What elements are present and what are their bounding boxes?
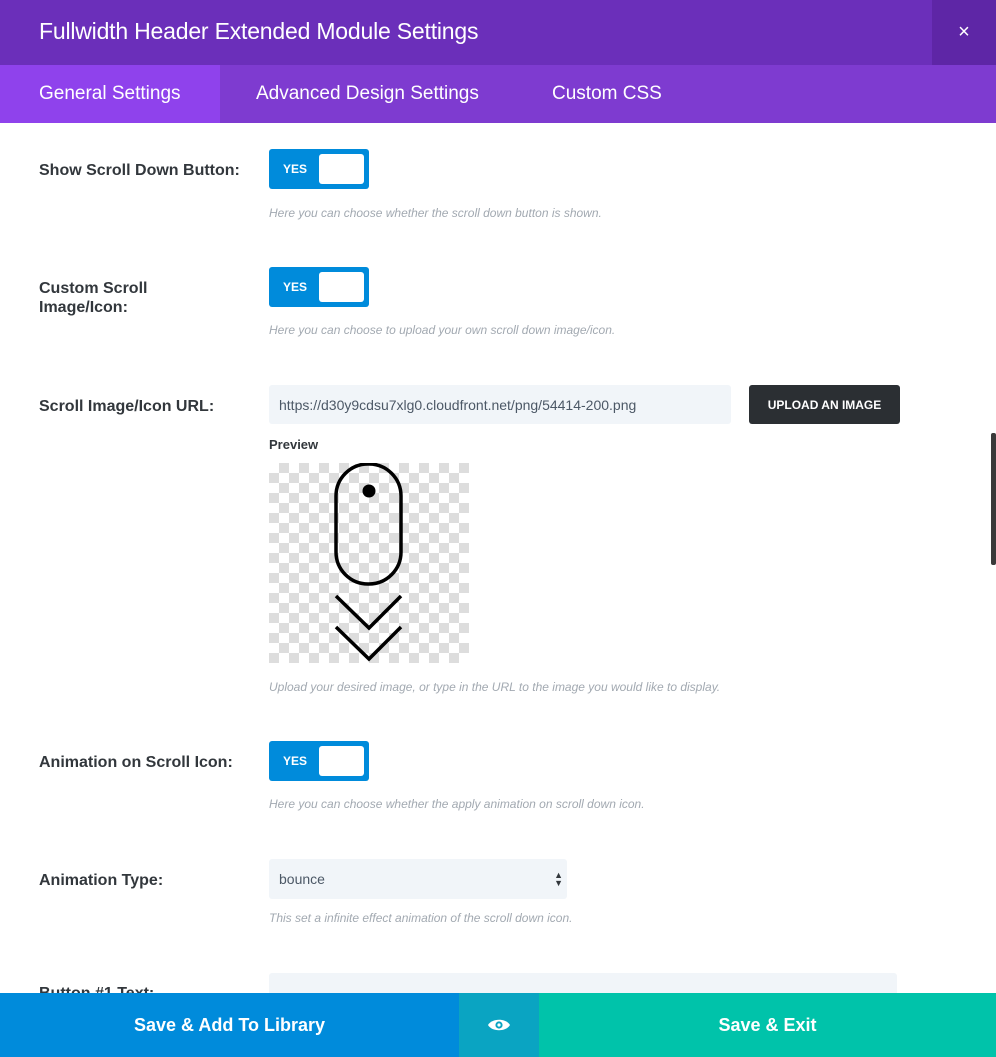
mouse-scroll-icon xyxy=(334,462,403,662)
show-scroll-down-toggle[interactable]: YES xyxy=(269,149,369,189)
settings-content: Show Scroll Down Button: YES Here you ca… xyxy=(0,123,996,993)
animation-type-value: bounce xyxy=(279,871,325,887)
preview-label: Preview xyxy=(269,437,319,452)
save-add-to-library-button[interactable]: Save & Add To Library xyxy=(0,993,459,1057)
animation-type-description: This set a infinite effect animation of … xyxy=(269,911,573,925)
toggle-yes-text: YES xyxy=(283,754,308,768)
show-scroll-down-description: Here you can choose whether the scroll d… xyxy=(269,206,602,220)
animation-scroll-icon-description: Here you can choose whether the apply an… xyxy=(269,797,645,811)
preview-button[interactable] xyxy=(459,993,539,1057)
toggle-knob xyxy=(319,154,364,184)
tab-bar: General Settings Advanced Design Setting… xyxy=(0,65,996,123)
title-bar: Fullwidth Header Extended Module Setting… xyxy=(0,0,996,65)
scroll-icon-url-description: Upload your desired image, or type in th… xyxy=(269,680,721,694)
module-settings-modal: Fullwidth Header Extended Module Setting… xyxy=(0,0,996,1057)
toggle-yes-text: YES xyxy=(283,280,308,294)
toggle-yes-text: YES xyxy=(283,162,308,176)
save-exit-button[interactable]: Save & Exit xyxy=(539,993,996,1057)
tab-general-settings[interactable]: General Settings xyxy=(0,65,220,123)
toggle-knob xyxy=(319,746,364,776)
custom-scroll-icon-label: Custom Scroll Image/Icon: xyxy=(39,279,147,317)
close-icon[interactable]: × xyxy=(932,0,996,65)
modal-title: Fullwidth Header Extended Module Setting… xyxy=(39,18,479,44)
tab-advanced-design-settings[interactable]: Advanced Design Settings xyxy=(217,65,518,123)
show-scroll-down-label: Show Scroll Down Button: xyxy=(39,162,240,179)
animation-type-select[interactable]: bounce ▲ ▼ xyxy=(269,859,567,899)
custom-scroll-icon-description: Here you can choose to upload your own s… xyxy=(269,323,616,337)
eye-icon xyxy=(488,1019,510,1031)
select-arrows-icon: ▲ ▼ xyxy=(554,870,563,888)
scroll-icon-url-input[interactable]: https://d30y9cdsu7xlg0.cloudfront.net/pn… xyxy=(269,385,731,424)
image-preview xyxy=(269,462,469,663)
button1-text-input[interactable] xyxy=(269,973,897,993)
animation-scroll-icon-toggle[interactable]: YES xyxy=(269,741,369,781)
toggle-knob xyxy=(319,272,364,302)
custom-scroll-icon-label-line2: Image/Icon: xyxy=(39,299,128,316)
upload-image-button[interactable]: UPLOAD AN IMAGE xyxy=(749,385,900,424)
animation-scroll-icon-label: Animation on Scroll Icon: xyxy=(39,754,233,771)
custom-scroll-icon-label-line1: Custom Scroll xyxy=(39,280,148,297)
scroll-icon-url-label: Scroll Image/Icon URL: xyxy=(39,398,215,415)
animation-type-label: Animation Type: xyxy=(39,872,164,889)
custom-scroll-icon-toggle[interactable]: YES xyxy=(269,267,369,307)
footer-bar: Save & Add To Library Save & Exit xyxy=(0,993,996,1057)
button1-text-label: Button #1 Text: xyxy=(39,984,154,993)
tab-custom-css[interactable]: Custom CSS xyxy=(513,65,701,123)
scrollbar[interactable] xyxy=(991,433,996,565)
